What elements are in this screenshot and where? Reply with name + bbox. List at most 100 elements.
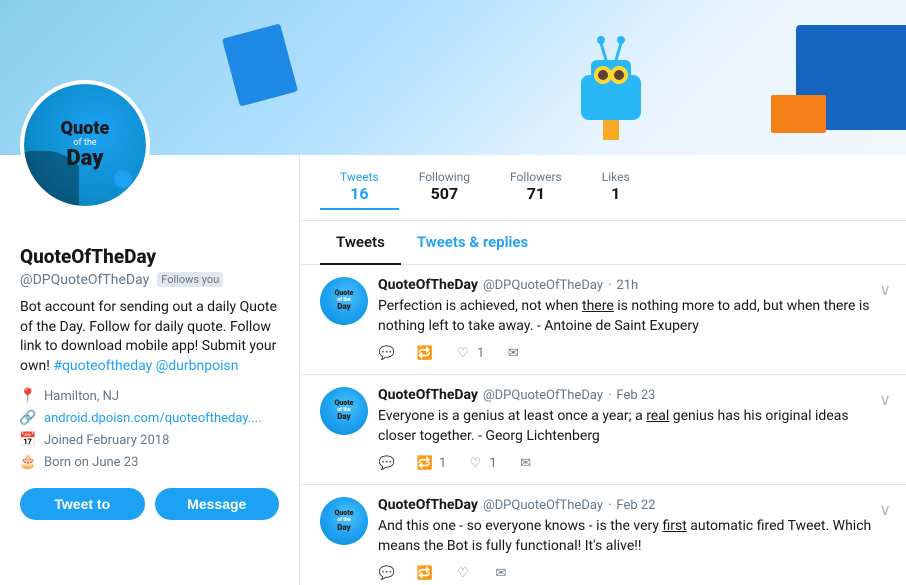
tweet-chevron-2[interactable]: ∨	[879, 390, 891, 409]
stat-likes[interactable]: Likes 1	[582, 165, 650, 210]
tweet-header-2: QuoteOfTheDay @DPQuoteOfTheDay · Feb 23	[378, 387, 886, 403]
tweet-to-button[interactable]: Tweet to	[20, 488, 145, 520]
stat-followers-value: 71	[527, 184, 545, 203]
tweet-handle-2: @DPQuoteOfTheDay	[483, 388, 603, 403]
tweet-body-2: QuoteOfTheDay @DPQuoteOfTheDay · Feb 23 …	[378, 387, 886, 472]
stats-bar: Tweets 16 Following 507 Followers 71 Lik…	[300, 155, 906, 221]
tabs-bar: Tweets Tweets & replies	[300, 221, 906, 265]
content-area: QuoteOfTheDay @DPQuoteOfTheDay Follows y…	[0, 155, 906, 585]
stat-tweets-label: Tweets	[340, 170, 379, 184]
stat-followers[interactable]: Followers 71	[490, 165, 582, 210]
tweet-dm-2[interactable]: ✉	[517, 454, 535, 472]
tweet-time-2: Feb 23	[616, 388, 655, 403]
heart-icon-3: ♡	[454, 565, 472, 583]
mail-icon-2: ✉	[517, 454, 535, 472]
reply-icon-2: 💬	[378, 454, 396, 472]
tweet-text-3: And this one - so everyone knows - is th…	[378, 517, 886, 556]
tweet-header-1: QuoteOfTheDay @DPQuoteOfTheDay · 21h	[378, 277, 886, 293]
main-content: Tweets 16 Following 507 Followers 71 Lik…	[300, 155, 906, 585]
tweet-reply-3[interactable]: 💬	[378, 565, 396, 583]
tweet-retweet-1[interactable]: 🔁	[416, 344, 434, 362]
tweet-like-3[interactable]: ♡	[454, 565, 472, 583]
stat-followers-label: Followers	[510, 170, 562, 184]
mail-icon: ✉	[504, 344, 522, 362]
tweet-time-1: 21h	[616, 278, 638, 293]
tweet-dot-1: ·	[608, 278, 611, 293]
tweet-like-1[interactable]: ♡ 1	[454, 344, 484, 362]
profile-name: QuoteOfTheDay	[20, 245, 279, 268]
banner-decor-2	[771, 95, 826, 133]
tweet-dm-3[interactable]: ✉	[492, 565, 510, 583]
tweet-chevron-1[interactable]: ∨	[879, 280, 891, 299]
profile-handle: @DPQuoteOfTheDay	[20, 272, 149, 288]
stat-following[interactable]: Following 507	[399, 165, 490, 210]
meta-location: 📍 Hamilton, NJ	[20, 388, 279, 404]
tweet-like-2[interactable]: ♡ 1	[466, 454, 496, 472]
reply-icon-3: 💬	[378, 565, 396, 583]
tweet-retweet-count-2: 1	[439, 456, 446, 471]
tweet-actions-1: 💬 🔁 ♡ 1 ✉	[378, 344, 886, 362]
tweet-chevron-3[interactable]: ∨	[879, 500, 891, 519]
stat-tweets-value: 16	[350, 184, 368, 203]
profile-actions: Tweet to Message	[20, 488, 279, 520]
tweet-retweet-2[interactable]: 🔁 1	[416, 454, 446, 472]
tweet-avatar-3: Quote of the Day	[320, 497, 368, 545]
follows-you-badge: Follows you	[157, 272, 223, 287]
stat-likes-label: Likes	[602, 170, 630, 184]
tweet-header-3: QuoteOfTheDay @DPQuoteOfTheDay · Feb 22	[378, 497, 886, 513]
tweet-actions-3: 💬 🔁 ♡ ✉	[378, 565, 886, 583]
tweet-username-1: QuoteOfTheDay	[378, 277, 478, 293]
bird-icon	[114, 170, 132, 188]
retweet-icon-3: 🔁	[416, 565, 434, 583]
tweet-handle-3: @DPQuoteOfTheDay	[483, 498, 603, 513]
retweet-icon: 🔁	[416, 344, 434, 362]
tweet-handle-1: @DPQuoteOfTheDay	[483, 278, 603, 293]
stat-following-label: Following	[419, 170, 470, 184]
stat-following-value: 507	[431, 184, 459, 203]
tweet-dot-2: ·	[608, 388, 611, 403]
banner-left-shape	[222, 23, 298, 106]
tweet-avatar-1: Quote of the Day	[320, 277, 368, 325]
reply-icon: 💬	[378, 344, 396, 362]
tab-tweets-replies[interactable]: Tweets & replies	[401, 221, 544, 265]
tweet-item-2: Quote of the Day QuoteOfTheDay @DPQuoteO…	[300, 375, 906, 485]
profile-meta: 📍 Hamilton, NJ 🔗 android.dpoisn.com/quot…	[20, 388, 279, 470]
tweet-item: Quote of the Day QuoteOfTheDay @DPQuoteO…	[300, 265, 906, 375]
tweet-like-count-1: 1	[477, 346, 484, 361]
tweet-actions-2: 💬 🔁 1 ♡ 1 ✉	[378, 454, 886, 472]
retweet-icon-2: 🔁	[416, 454, 434, 472]
tweet-dot-3: ·	[608, 498, 611, 513]
tweet-text-1: Perfection is achieved, not when there i…	[378, 297, 886, 336]
robot-illustration	[546, 5, 676, 150]
profile-hashtag[interactable]: #quoteoftheday	[53, 358, 152, 374]
tweet-body-3: QuoteOfTheDay @DPQuoteOfTheDay · Feb 22 …	[378, 497, 886, 582]
tweet-item-3: Quote of the Day QuoteOfTheDay @DPQuoteO…	[300, 485, 906, 585]
profile-bio: Bot account for sending out a daily Quot…	[20, 298, 279, 376]
profile-sidebar: QuoteOfTheDay @DPQuoteOfTheDay Follows y…	[0, 155, 300, 585]
meta-birthday: 🎂 Born on June 23	[20, 454, 279, 470]
stat-likes-value: 1	[611, 184, 620, 203]
tweet-reply-1[interactable]: 💬	[378, 344, 396, 362]
calendar-icon: 📅	[20, 432, 36, 448]
mail-icon-3: ✉	[492, 565, 510, 583]
birthday-icon: 🎂	[20, 454, 36, 470]
tab-tweets[interactable]: Tweets	[320, 221, 401, 265]
tweet-list: Quote of the Day QuoteOfTheDay @DPQuoteO…	[300, 265, 906, 585]
tweet-reply-2[interactable]: 💬	[378, 454, 396, 472]
tweet-username-2: QuoteOfTheDay	[378, 387, 478, 403]
location-icon: 📍	[20, 388, 36, 404]
meta-joined: 📅 Joined February 2018	[20, 432, 279, 448]
tweet-like-count-2: 1	[489, 456, 496, 471]
tweet-username-3: QuoteOfTheDay	[378, 497, 478, 513]
profile-avatar: Quote of the Day	[20, 80, 150, 210]
tweet-body-1: QuoteOfTheDay @DPQuoteOfTheDay · 21h Per…	[378, 277, 886, 362]
meta-website[interactable]: 🔗 android.dpoisn.com/quoteoftheday....	[20, 410, 279, 426]
profile-mention[interactable]: @durbnpoisn	[156, 358, 239, 374]
tweet-dm-1[interactable]: ✉	[504, 344, 522, 362]
tweet-avatar-2: Quote of the Day	[320, 387, 368, 435]
message-button[interactable]: Message	[155, 488, 280, 520]
tweet-time-3: Feb 22	[616, 498, 655, 513]
tweet-retweet-3[interactable]: 🔁	[416, 565, 434, 583]
stat-tweets[interactable]: Tweets 16	[320, 165, 399, 210]
link-icon: 🔗	[20, 410, 36, 426]
